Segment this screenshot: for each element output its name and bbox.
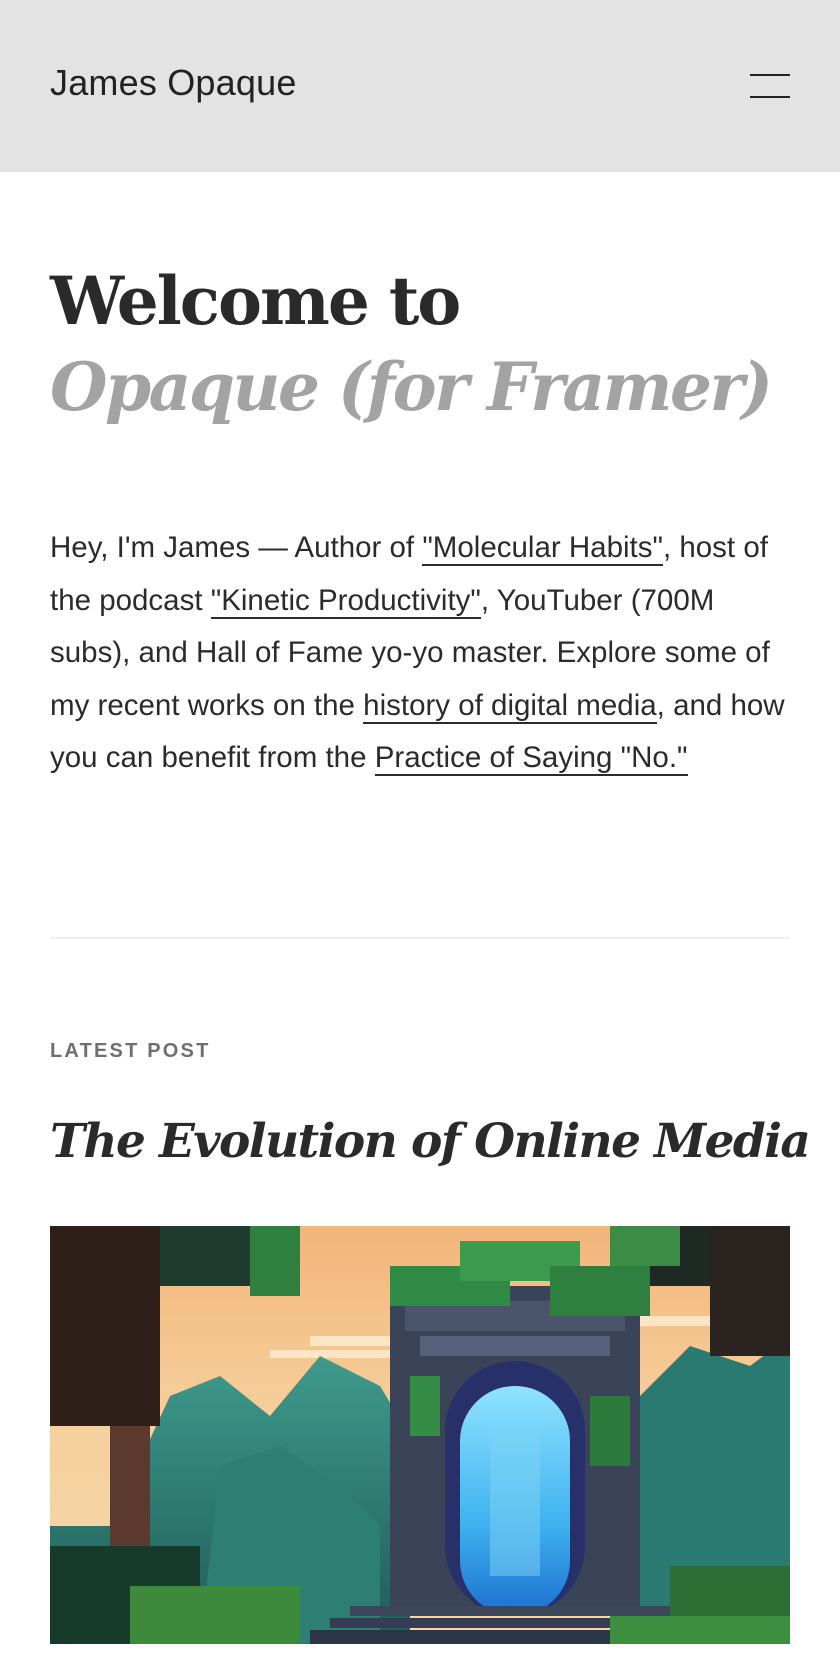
hero-heading: Welcome to (50, 262, 461, 340)
section-divider (50, 937, 790, 939)
latest-post-label: LATEST POST (50, 1040, 211, 1062)
menu-bar-bottom (750, 96, 790, 98)
post-thumbnail-art (50, 1226, 790, 1644)
kinetic-productivity-link[interactable]: "Kinetic Productivity" (210, 583, 481, 619)
menu-bar-top (750, 74, 790, 76)
pixel-art-portal-image[interactable] (50, 1226, 790, 1644)
saying-no-link[interactable]: Practice of Saying "No." (374, 741, 688, 776)
intro-text: Hey, I'm James — Author of (50, 531, 423, 564)
hamburger-menu-icon[interactable] (742, 66, 792, 106)
digital-media-history-link[interactable]: history of digital media (363, 688, 657, 724)
molecular-habits-link[interactable]: "Molecular Habits" (422, 531, 663, 566)
post-title[interactable]: The Evolution of Online Media (50, 1114, 811, 1169)
hero-subheading: Opaque (for Framer) (50, 348, 773, 426)
site-header: James Opaque (0, 0, 840, 172)
site-title[interactable]: James Opaque (50, 62, 297, 104)
intro-paragraph: Hey, I'm James — Author of "Molecular Ha… (50, 522, 790, 785)
